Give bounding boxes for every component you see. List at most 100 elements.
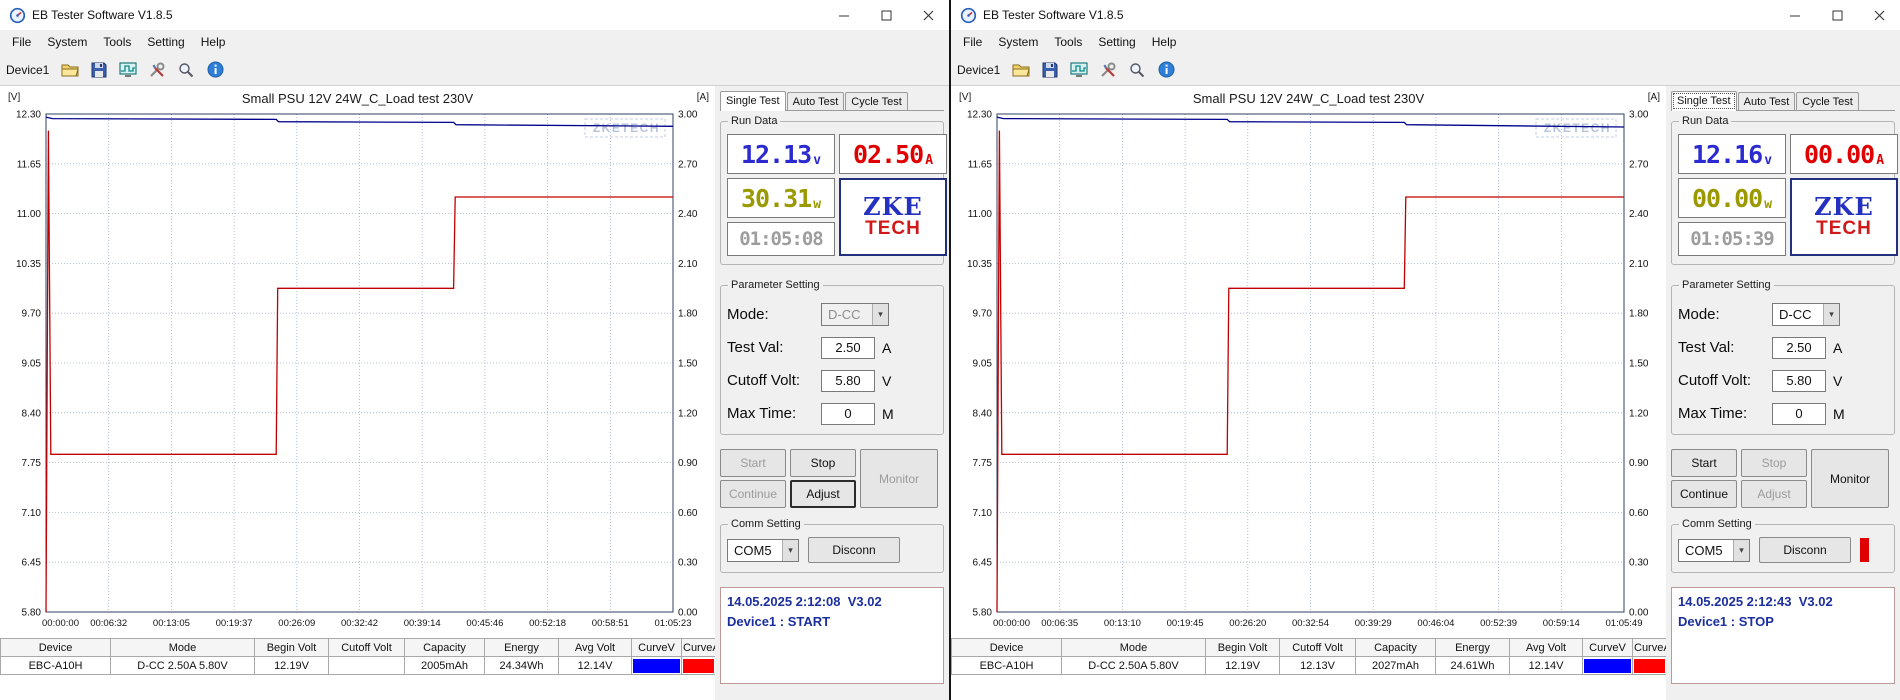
curve-a-swatch (1634, 658, 1665, 673)
menu-help[interactable]: Help (1144, 32, 1185, 52)
tab-cycle-test[interactable]: Cycle Test (845, 92, 908, 110)
svg-text:00:13:05: 00:13:05 (153, 618, 190, 629)
cutoff-volt-input[interactable]: 5.80 (1772, 369, 1826, 392)
chart-area: Small PSU 12V 24W_C_Load test 230V [V] [… (951, 86, 1666, 638)
chart-area: Small PSU 12V 24W_C_Load test 230V [V] [… (0, 86, 715, 638)
disconnect-button[interactable]: Disconn (1759, 537, 1851, 563)
menu-setting[interactable]: Setting (139, 32, 192, 52)
start-button[interactable]: Start (1671, 449, 1737, 477)
max-time-input[interactable]: 0 (821, 402, 875, 425)
stop-button[interactable]: Stop (790, 449, 856, 477)
mode-select[interactable]: D-CC ▾ (1772, 303, 1840, 326)
tab-auto-test[interactable]: Auto Test (786, 92, 845, 110)
close-icon[interactable] (907, 0, 949, 30)
svg-text:0.00: 0.00 (1629, 608, 1649, 619)
continue-button[interactable]: Continue (720, 480, 786, 508)
chevron-down-icon: ▾ (1733, 539, 1749, 561)
voltage-display: 12.16 v (1678, 134, 1786, 174)
menu-setting[interactable]: Setting (1090, 32, 1143, 52)
com-port-select[interactable]: COM5 ▾ (1678, 538, 1750, 562)
waveform-monitor-icon[interactable] (115, 57, 141, 83)
col-avg-volt: Avg Volt (558, 638, 632, 657)
menubar: File System Tools Setting Help (951, 30, 1900, 54)
elapsed-time-value: 01:05:08 (739, 228, 824, 250)
tab-single-test[interactable]: Single Test (1671, 91, 1737, 111)
maximize-icon[interactable] (1816, 0, 1858, 30)
com-port-value: COM5 (734, 542, 772, 558)
menu-file[interactable]: File (4, 32, 39, 52)
zoom-icon[interactable] (1124, 57, 1150, 83)
current-display: 00.00 A (1790, 134, 1898, 174)
status-version: V3.02 (847, 594, 882, 609)
disconnect-button[interactable]: Disconn (808, 537, 900, 563)
tools-icon[interactable] (144, 57, 170, 83)
open-file-icon[interactable] (57, 57, 83, 83)
svg-text:ZKETECH: ZKETECH (1544, 121, 1611, 135)
svg-text:9.05: 9.05 (973, 359, 993, 370)
menu-system[interactable]: System (39, 32, 95, 52)
cutoff-volt-input[interactable]: 5.80 (821, 369, 875, 392)
svg-text:5.80: 5.80 (22, 608, 42, 619)
svg-text:00:13:10: 00:13:10 (1104, 618, 1141, 629)
minimize-icon[interactable] (1774, 0, 1816, 30)
max-time-input[interactable]: 0 (1772, 402, 1826, 425)
table-row[interactable]: EBC-A10H D-CC 2.50A 5.80V 12.19V 12.13V … (951, 656, 1667, 675)
tools-icon[interactable] (1095, 57, 1121, 83)
test-val-input[interactable]: 2.50 (821, 336, 875, 359)
stop-button[interactable]: Stop (1741, 449, 1807, 477)
menu-tools[interactable]: Tools (95, 32, 139, 52)
svg-text:2.70: 2.70 (678, 159, 698, 170)
table-row[interactable]: EBC-A10H D-CC 2.50A 5.80V 12.19V 2005mAh… (0, 656, 716, 675)
tab-cycle-test[interactable]: Cycle Test (1796, 92, 1859, 110)
start-button[interactable]: Start (720, 449, 786, 477)
run-data-group: Run Data 12.13 v 02.50 A 30.31 w ZKE TEC… (720, 115, 947, 265)
col-curve-a: CurveA (1632, 638, 1667, 657)
info-icon[interactable] (202, 57, 228, 83)
zoom-icon[interactable] (173, 57, 199, 83)
monitor-button[interactable]: Monitor (860, 449, 938, 508)
svg-text:0.30: 0.30 (1629, 558, 1649, 569)
adjust-button[interactable]: Adjust (790, 480, 856, 508)
save-icon[interactable] (1037, 57, 1063, 83)
minimize-icon[interactable] (823, 0, 865, 30)
svg-text:12.30: 12.30 (967, 110, 992, 121)
svg-text:0.60: 0.60 (678, 508, 698, 519)
svg-text:11.00: 11.00 (17, 209, 42, 220)
svg-text:2.40: 2.40 (1629, 209, 1649, 220)
mode-select[interactable]: D-CC ▾ (821, 303, 889, 326)
adjust-button[interactable]: Adjust (1741, 480, 1807, 508)
save-icon[interactable] (86, 57, 112, 83)
svg-text:1.80: 1.80 (1629, 309, 1649, 320)
svg-text:00:06:35: 00:06:35 (1041, 618, 1078, 629)
col-cutoff-volt: Cutoff Volt (328, 638, 405, 657)
close-icon[interactable] (1858, 0, 1900, 30)
chevron-down-icon: ▾ (782, 539, 798, 561)
maximize-icon[interactable] (865, 0, 907, 30)
results-header-row: Device Mode Begin Volt Cutoff Volt Capac… (951, 638, 1667, 657)
menu-file[interactable]: File (955, 32, 990, 52)
menubar: File System Tools Setting Help (0, 30, 949, 54)
com-port-select[interactable]: COM5 ▾ (727, 538, 799, 562)
menu-tools[interactable]: Tools (1046, 32, 1090, 52)
menu-system[interactable]: System (990, 32, 1046, 52)
test-val-input[interactable]: 2.50 (1772, 336, 1826, 359)
continue-button[interactable]: Continue (1671, 480, 1737, 508)
comm-setting-group: Comm Setting COM5 ▾ Disconn (720, 518, 944, 573)
tab-single-test[interactable]: Single Test (720, 91, 786, 111)
svg-text:00:39:29: 00:39:29 (1355, 618, 1392, 629)
zketech-logo: ZKE TECH (1790, 178, 1898, 256)
cell-device: EBC-A10H (0, 656, 111, 675)
svg-text:2.40: 2.40 (678, 209, 698, 220)
svg-text:1.80: 1.80 (678, 309, 698, 320)
monitor-button[interactable]: Monitor (1811, 449, 1889, 508)
info-icon[interactable] (1153, 57, 1179, 83)
waveform-monitor-icon[interactable] (1066, 57, 1092, 83)
tab-auto-test[interactable]: Auto Test (1737, 92, 1796, 110)
svg-text:1.20: 1.20 (678, 408, 698, 419)
svg-text:00:39:14: 00:39:14 (404, 618, 441, 629)
com-port-value: COM5 (1685, 542, 1723, 558)
open-file-icon[interactable] (1008, 57, 1034, 83)
menu-help[interactable]: Help (193, 32, 234, 52)
curve-a-swatch (683, 658, 714, 673)
col-capacity: Capacity (404, 638, 485, 657)
